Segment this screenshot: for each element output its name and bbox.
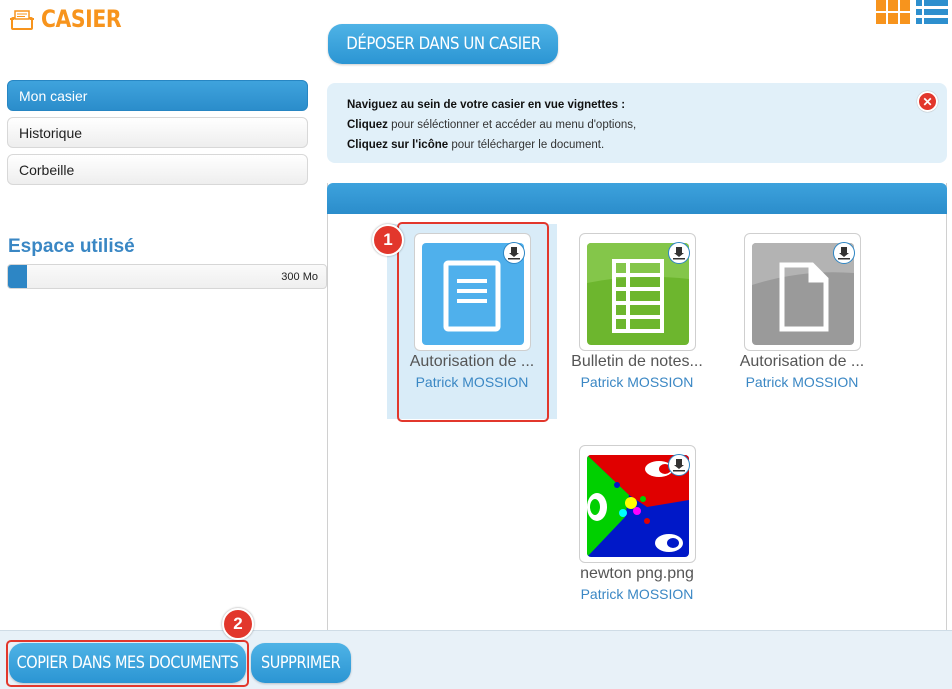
locker-icon	[10, 10, 34, 30]
file-thumbnail[interactable]	[744, 233, 861, 351]
file-thumbnail[interactable]	[579, 233, 696, 351]
delete-button[interactable]: SUPPRIMER	[251, 643, 351, 683]
grid-view-icon[interactable]	[876, 0, 910, 24]
file-tile-autorisation-2[interactable]: Autorisation de ... Patrick MOSSION	[717, 224, 887, 419]
sidebar-item-corbeille[interactable]: Corbeille	[7, 154, 308, 185]
file-name: Bulletin de notes...	[571, 353, 703, 370]
file-owner: Patrick MOSSION	[580, 374, 694, 390]
file-name: newton png.png	[580, 565, 694, 582]
info-line-2: Cliquez pour séléctionner et accéder au …	[347, 119, 637, 131]
callout-badge-1: 1	[372, 224, 404, 256]
close-icon[interactable]: ✕	[917, 91, 938, 112]
delete-button-label: SUPPRIMER	[261, 653, 341, 673]
info-line-1: Naviguez au sein de votre casier en vue …	[347, 99, 626, 111]
deposit-button[interactable]: DÉPOSER DANS UN CASIER	[328, 24, 558, 64]
download-icon[interactable]	[833, 242, 855, 264]
file-owner: Patrick MOSSION	[580, 586, 694, 602]
copy-button-highlight	[6, 640, 249, 687]
storage-title: Espace utilisé	[8, 236, 135, 257]
file-tile-newton[interactable]: newton png.png Patrick MOSSION	[552, 436, 722, 631]
sidebar-item-historique[interactable]: Historique	[7, 117, 308, 148]
sidebar-item-mon-casier[interactable]: Mon casier	[7, 80, 308, 111]
sidebar-item-label: Corbeille	[19, 161, 75, 178]
view-toggle	[876, 0, 948, 24]
storage-progress-fill	[8, 265, 28, 288]
list-view-icon[interactable]	[916, 0, 948, 24]
download-icon[interactable]	[668, 454, 690, 476]
app-title: CASIER	[9, 5, 135, 33]
storage-value: 300 Mo	[281, 271, 318, 283]
sidebar-item-label: Mon casier	[19, 87, 88, 104]
file-thumbnail[interactable]	[579, 445, 696, 563]
file-name: Autorisation de ...	[739, 353, 865, 370]
info-panel: Naviguez au sein de votre casier en vue …	[327, 83, 947, 163]
download-icon[interactable]	[668, 242, 690, 264]
deposit-button-label: DÉPOSER DANS UN CASIER	[345, 34, 541, 54]
info-line-3: Cliquez sur l'icône pour télécharger le …	[347, 139, 605, 151]
app-title-text: CASIER	[41, 5, 122, 33]
selection-highlight	[397, 222, 549, 422]
file-grid-header	[327, 183, 947, 214]
sidebar-item-label: Historique	[19, 124, 83, 141]
file-tile-bulletin[interactable]: Bulletin de notes... Patrick MOSSION	[552, 224, 722, 419]
callout-badge-2: 2	[222, 608, 254, 640]
file-owner: Patrick MOSSION	[745, 374, 859, 390]
storage-progress-bar: 300 Mo	[7, 264, 327, 289]
